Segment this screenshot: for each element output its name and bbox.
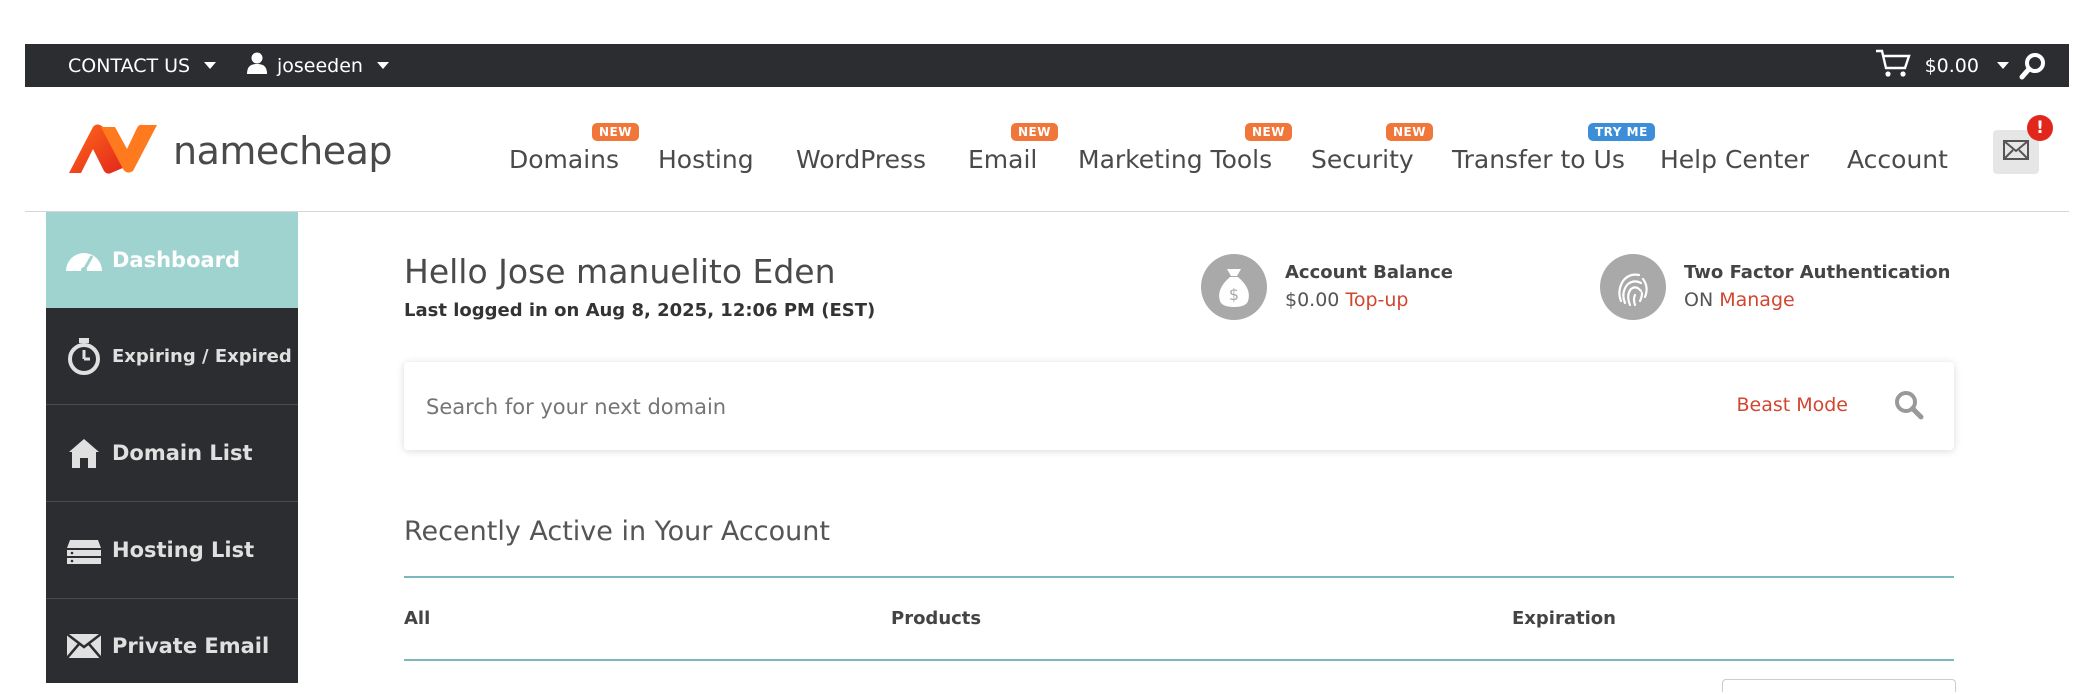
two-factor-title: Two Factor Authentication xyxy=(1684,262,1951,283)
chevron-down-icon xyxy=(376,62,389,69)
two-factor-status: ON xyxy=(1684,289,1714,311)
username-label: joseeden xyxy=(277,54,363,77)
envelope-icon xyxy=(2003,140,2029,164)
top-bar: CONTACT US joseeden $0.00 xyxy=(25,44,2069,87)
logo-text: namecheap xyxy=(173,129,393,173)
fingerprint-icon xyxy=(1600,254,1666,320)
cart-amount: $0.00 xyxy=(1924,54,1979,77)
column-expiration: Expiration xyxy=(1512,608,1616,629)
contact-us-menu[interactable]: CONTACT US xyxy=(68,54,217,77)
filter-all[interactable]: All xyxy=(404,608,430,629)
sidebar-item-hosting-list[interactable]: Hosting List xyxy=(46,502,298,599)
cart-menu[interactable]: $0.00 xyxy=(1875,48,2009,83)
cart-icon xyxy=(1875,48,1911,83)
nav-badge-transfer: TRY ME xyxy=(1588,123,1655,141)
chevron-down-icon xyxy=(1997,62,2009,69)
nav-wordpress[interactable]: WordPress xyxy=(796,145,926,174)
money-bag-icon: $ xyxy=(1201,254,1267,320)
manage-link[interactable]: Manage xyxy=(1719,289,1794,311)
nav-email[interactable]: Email xyxy=(968,145,1037,174)
search-icon xyxy=(2019,53,2047,85)
table-header-divider xyxy=(404,659,1954,661)
nav-badge-domains: NEW xyxy=(592,123,639,141)
row-action-button[interactable] xyxy=(1722,679,1956,692)
sidebar-item-private-email[interactable]: Private Email xyxy=(46,598,298,694)
sidebar-item-label: Private Email xyxy=(112,634,270,658)
domain-search-input[interactable] xyxy=(424,388,1628,426)
search-submit-button[interactable] xyxy=(1894,390,1924,424)
namecheap-logo[interactable]: namecheap xyxy=(67,123,393,179)
sidebar: Dashboard Expiring / Expired Domain List… xyxy=(46,212,298,683)
main-nav: namecheap NEW Domains Hosting WordPress … xyxy=(25,87,2069,212)
server-icon xyxy=(64,536,104,564)
last-logged-text: Last logged in on Aug 8, 2025, 12:06 PM … xyxy=(404,300,876,321)
nav-badge-marketing: NEW xyxy=(1245,123,1292,141)
account-balance-info: $0.00 Top-up xyxy=(1285,289,1408,311)
contact-us-label: CONTACT US xyxy=(68,54,191,77)
nav-transfer-to-us[interactable]: Transfer to Us xyxy=(1452,145,1625,174)
balance-amount: $0.00 xyxy=(1285,289,1340,311)
search-icon xyxy=(1894,391,1924,424)
svg-text:$: $ xyxy=(1229,285,1239,304)
top-search-button[interactable] xyxy=(2019,52,2047,85)
sidebar-item-dashboard[interactable]: Dashboard xyxy=(46,212,298,308)
sidebar-item-label: Domain List xyxy=(112,441,253,465)
nav-domains[interactable]: Domains xyxy=(509,145,619,174)
section-divider xyxy=(404,576,1954,578)
beast-mode-link[interactable]: Beast Mode xyxy=(1736,394,1848,416)
nav-badge-security: NEW xyxy=(1386,123,1433,141)
top-up-link[interactable]: Top-up xyxy=(1345,289,1408,311)
user-icon xyxy=(247,52,267,79)
active-pointer xyxy=(298,240,312,276)
nav-marketing-tools[interactable]: Marketing Tools xyxy=(1078,145,1272,174)
two-factor-info: ON Manage xyxy=(1684,289,1795,311)
sidebar-item-domain-list[interactable]: Domain List xyxy=(46,405,298,502)
account-balance-title: Account Balance xyxy=(1285,262,1454,283)
sidebar-item-label: Expiring / Expired xyxy=(112,345,292,367)
nav-badge-email: NEW xyxy=(1011,123,1058,141)
nav-help-center[interactable]: Help Center xyxy=(1660,145,1809,174)
sidebar-item-label: Dashboard xyxy=(112,248,241,272)
user-menu[interactable]: joseeden xyxy=(247,52,389,79)
stopwatch-icon xyxy=(64,337,104,375)
nav-hosting[interactable]: Hosting xyxy=(658,145,754,174)
sidebar-item-label: Hosting List xyxy=(112,538,255,562)
notification-badge: ! xyxy=(2027,115,2053,141)
house-icon xyxy=(64,437,104,469)
column-products: Products xyxy=(891,608,982,629)
envelope-icon xyxy=(64,633,104,659)
domain-search-box: Beast Mode xyxy=(404,362,1954,450)
logo-mark-icon xyxy=(67,123,159,179)
sidebar-item-expiring[interactable]: Expiring / Expired xyxy=(46,308,298,405)
nav-security[interactable]: Security xyxy=(1311,145,1414,174)
nav-account[interactable]: Account xyxy=(1847,145,1948,174)
chevron-down-icon xyxy=(204,62,217,69)
recent-activity-title: Recently Active in Your Account xyxy=(404,516,830,547)
greeting-heading: Hello Jose manuelito Eden xyxy=(404,252,836,291)
speedometer-icon xyxy=(64,245,104,275)
